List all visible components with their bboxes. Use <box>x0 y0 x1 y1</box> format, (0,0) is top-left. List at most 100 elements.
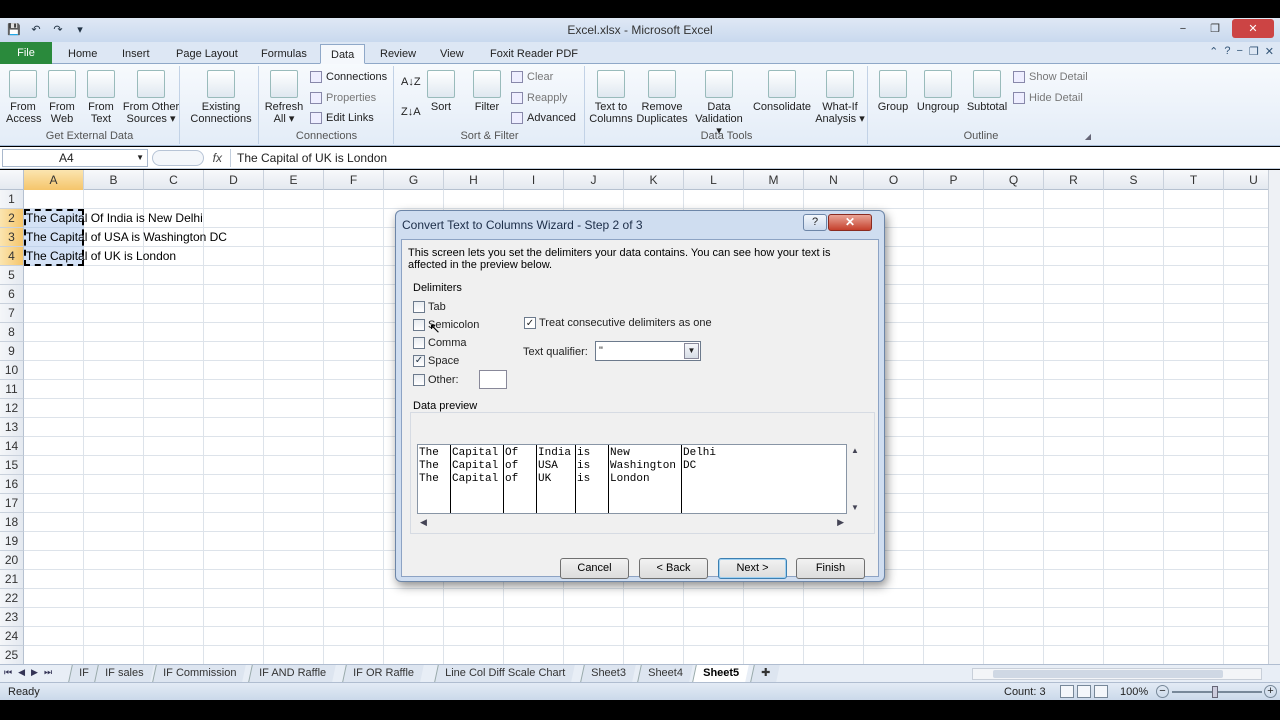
subtotal-button[interactable]: Subtotal <box>963 70 1011 113</box>
tab-file[interactable]: File <box>0 42 52 64</box>
horizontal-scrollbar[interactable] <box>972 668 1262 680</box>
outline-dialog-launcher-icon[interactable]: ◢ <box>1085 132 1091 141</box>
column-header-s[interactable]: S <box>1104 170 1164 190</box>
column-header-h[interactable]: H <box>444 170 504 190</box>
scroll-down-icon[interactable]: ▼ <box>851 503 859 512</box>
tab-foxit-reader-pdf[interactable]: Foxit Reader PDF <box>480 44 588 64</box>
tab-view[interactable]: View <box>430 44 474 64</box>
last-sheet-icon[interactable]: ⏭ <box>44 667 52 678</box>
row-header-8[interactable]: 8 <box>0 323 24 342</box>
page-break-view-icon[interactable] <box>1094 685 1108 698</box>
column-header-d[interactable]: D <box>204 170 264 190</box>
cell-a3[interactable]: The Capital of USA is Washington DC <box>26 228 227 246</box>
delimiter-space-checkbox[interactable]: ✓ Space <box>413 355 459 367</box>
row-header-23[interactable]: 23 <box>0 608 24 627</box>
row-header-7[interactable]: 7 <box>0 304 24 323</box>
preview-column[interactable]: Of of of <box>504 445 537 513</box>
what-if-analysis-button[interactable]: What-If Analysis ▾ <box>814 70 866 125</box>
sheet-tab-if-or-raffle[interactable]: IF OR Raffle <box>342 665 424 682</box>
cell-a4[interactable]: The Capital of UK is London <box>26 247 176 265</box>
restore-button[interactable]: ❐ <box>1200 19 1230 38</box>
tab-formulas[interactable]: Formulas <box>251 44 317 64</box>
column-header-r[interactable]: R <box>1044 170 1104 190</box>
name-box[interactable]: A4 ▼ <box>2 149 148 167</box>
horizontal-scroll-thumb[interactable] <box>993 670 1223 678</box>
edit-links-button[interactable]: Edit Links <box>310 112 374 124</box>
from-web-button[interactable]: From Web <box>46 70 78 125</box>
delimiter-comma-checkbox[interactable]: Comma <box>413 337 467 349</box>
back-button[interactable]: < Back <box>639 558 708 579</box>
existing-connections-button[interactable]: Existing Connections <box>189 70 253 125</box>
refresh-all-button[interactable]: Refresh All ▾ <box>264 70 304 125</box>
ungroup-button[interactable]: Ungroup <box>913 70 963 113</box>
row-header-2[interactable]: 2 <box>0 209 24 228</box>
row-header-24[interactable]: 24 <box>0 627 24 646</box>
workbook-restore-icon[interactable]: ❐ <box>1249 45 1259 58</box>
insert-sheet-icon[interactable]: ✚ <box>750 665 781 682</box>
preview-horizontal-scrollbar[interactable]: ◀ ▶ <box>417 516 847 530</box>
column-header-f[interactable]: F <box>324 170 384 190</box>
scroll-right-icon[interactable]: ▶ <box>837 517 844 528</box>
select-all-corner[interactable] <box>0 170 24 190</box>
row-header-20[interactable]: 20 <box>0 551 24 570</box>
column-header-j[interactable]: J <box>564 170 624 190</box>
column-header-n[interactable]: N <box>804 170 864 190</box>
preview-column[interactable]: The The The <box>418 445 451 513</box>
tab-data[interactable]: Data <box>320 44 366 64</box>
advanced-filter-button[interactable]: Advanced <box>511 112 576 124</box>
connections-button[interactable]: Connections <box>310 71 387 83</box>
column-header-k[interactable]: K <box>624 170 684 190</box>
chevron-down-icon[interactable]: ▼ <box>136 150 144 166</box>
preview-column[interactable]: India USA UK <box>537 445 576 513</box>
row-header-14[interactable]: 14 <box>0 437 24 456</box>
row-header-15[interactable]: 15 <box>0 456 24 475</box>
insert-function-button[interactable]: fx <box>152 149 226 167</box>
next-button[interactable]: Next > <box>718 558 787 579</box>
from-other-sources-button[interactable]: From Other Sources ▾ <box>122 70 180 125</box>
treat-consecutive-checkbox[interactable]: ✓ Treat consecutive delimiters as one <box>524 317 712 329</box>
column-header-c[interactable]: C <box>144 170 204 190</box>
text-to-columns-button[interactable]: Text to Columns <box>588 70 634 125</box>
group-button[interactable]: Group <box>873 70 913 113</box>
column-header-p[interactable]: P <box>924 170 984 190</box>
workbook-minimize-icon[interactable]: − <box>1236 45 1242 58</box>
remove-duplicates-button[interactable]: Remove Duplicates <box>636 70 688 125</box>
row-header-21[interactable]: 21 <box>0 570 24 589</box>
row-header-22[interactable]: 22 <box>0 589 24 608</box>
delimiter-tab-checkbox[interactable]: Tab <box>413 301 446 313</box>
data-validation-button[interactable]: Data Validation ▾ <box>692 70 746 137</box>
tab-review[interactable]: Review <box>370 44 426 64</box>
sort-z-to-a-button[interactable]: Z↓A <box>401 106 421 118</box>
tab-page-layout[interactable]: Page Layout <box>166 44 248 64</box>
row-header-10[interactable]: 10 <box>0 361 24 380</box>
column-header-l[interactable]: L <box>684 170 744 190</box>
row-header-9[interactable]: 9 <box>0 342 24 361</box>
row-header-11[interactable]: 11 <box>0 380 24 399</box>
from-access-button[interactable]: From Access <box>6 70 41 125</box>
preview-vertical-scrollbar[interactable]: ▲ ▼ <box>848 444 862 514</box>
row-header-12[interactable]: 12 <box>0 399 24 418</box>
dialog-close-button[interactable]: ✕ <box>828 214 872 231</box>
workbook-close-icon[interactable]: ✕ <box>1265 45 1274 58</box>
column-header-q[interactable]: Q <box>984 170 1044 190</box>
column-header-u[interactable]: U <box>1224 170 1268 190</box>
column-header-a[interactable]: A <box>24 170 84 190</box>
column-header-b[interactable]: B <box>84 170 144 190</box>
zoom-out-button[interactable]: − <box>1156 685 1169 698</box>
tab-home[interactable]: Home <box>58 44 107 64</box>
vertical-scrollbar[interactable] <box>1268 170 1280 664</box>
page-layout-view-icon[interactable] <box>1077 685 1091 698</box>
sheet-tab-sheet3[interactable]: Sheet3 <box>580 665 636 682</box>
other-delimiter-input[interactable] <box>479 370 507 389</box>
preview-column[interactable]: Delhi DC <box>682 445 846 513</box>
minimize-ribbon-icon[interactable]: ⌃ <box>1209 45 1218 58</box>
cell-a2[interactable]: The Capital Of India is New Delhi <box>26 209 203 227</box>
sort-button[interactable]: Sort <box>425 70 457 113</box>
minimize-button[interactable]: − <box>1168 19 1198 38</box>
delimiter-semicolon-checkbox[interactable]: Semicolon <box>413 319 479 331</box>
row-header-4[interactable]: 4 <box>0 247 24 266</box>
delimiter-other-checkbox[interactable]: Other: <box>413 374 459 386</box>
tab-insert[interactable]: Insert <box>112 44 160 64</box>
row-header-16[interactable]: 16 <box>0 475 24 494</box>
sheet-tab-if-sales[interactable]: IF sales <box>94 665 154 682</box>
